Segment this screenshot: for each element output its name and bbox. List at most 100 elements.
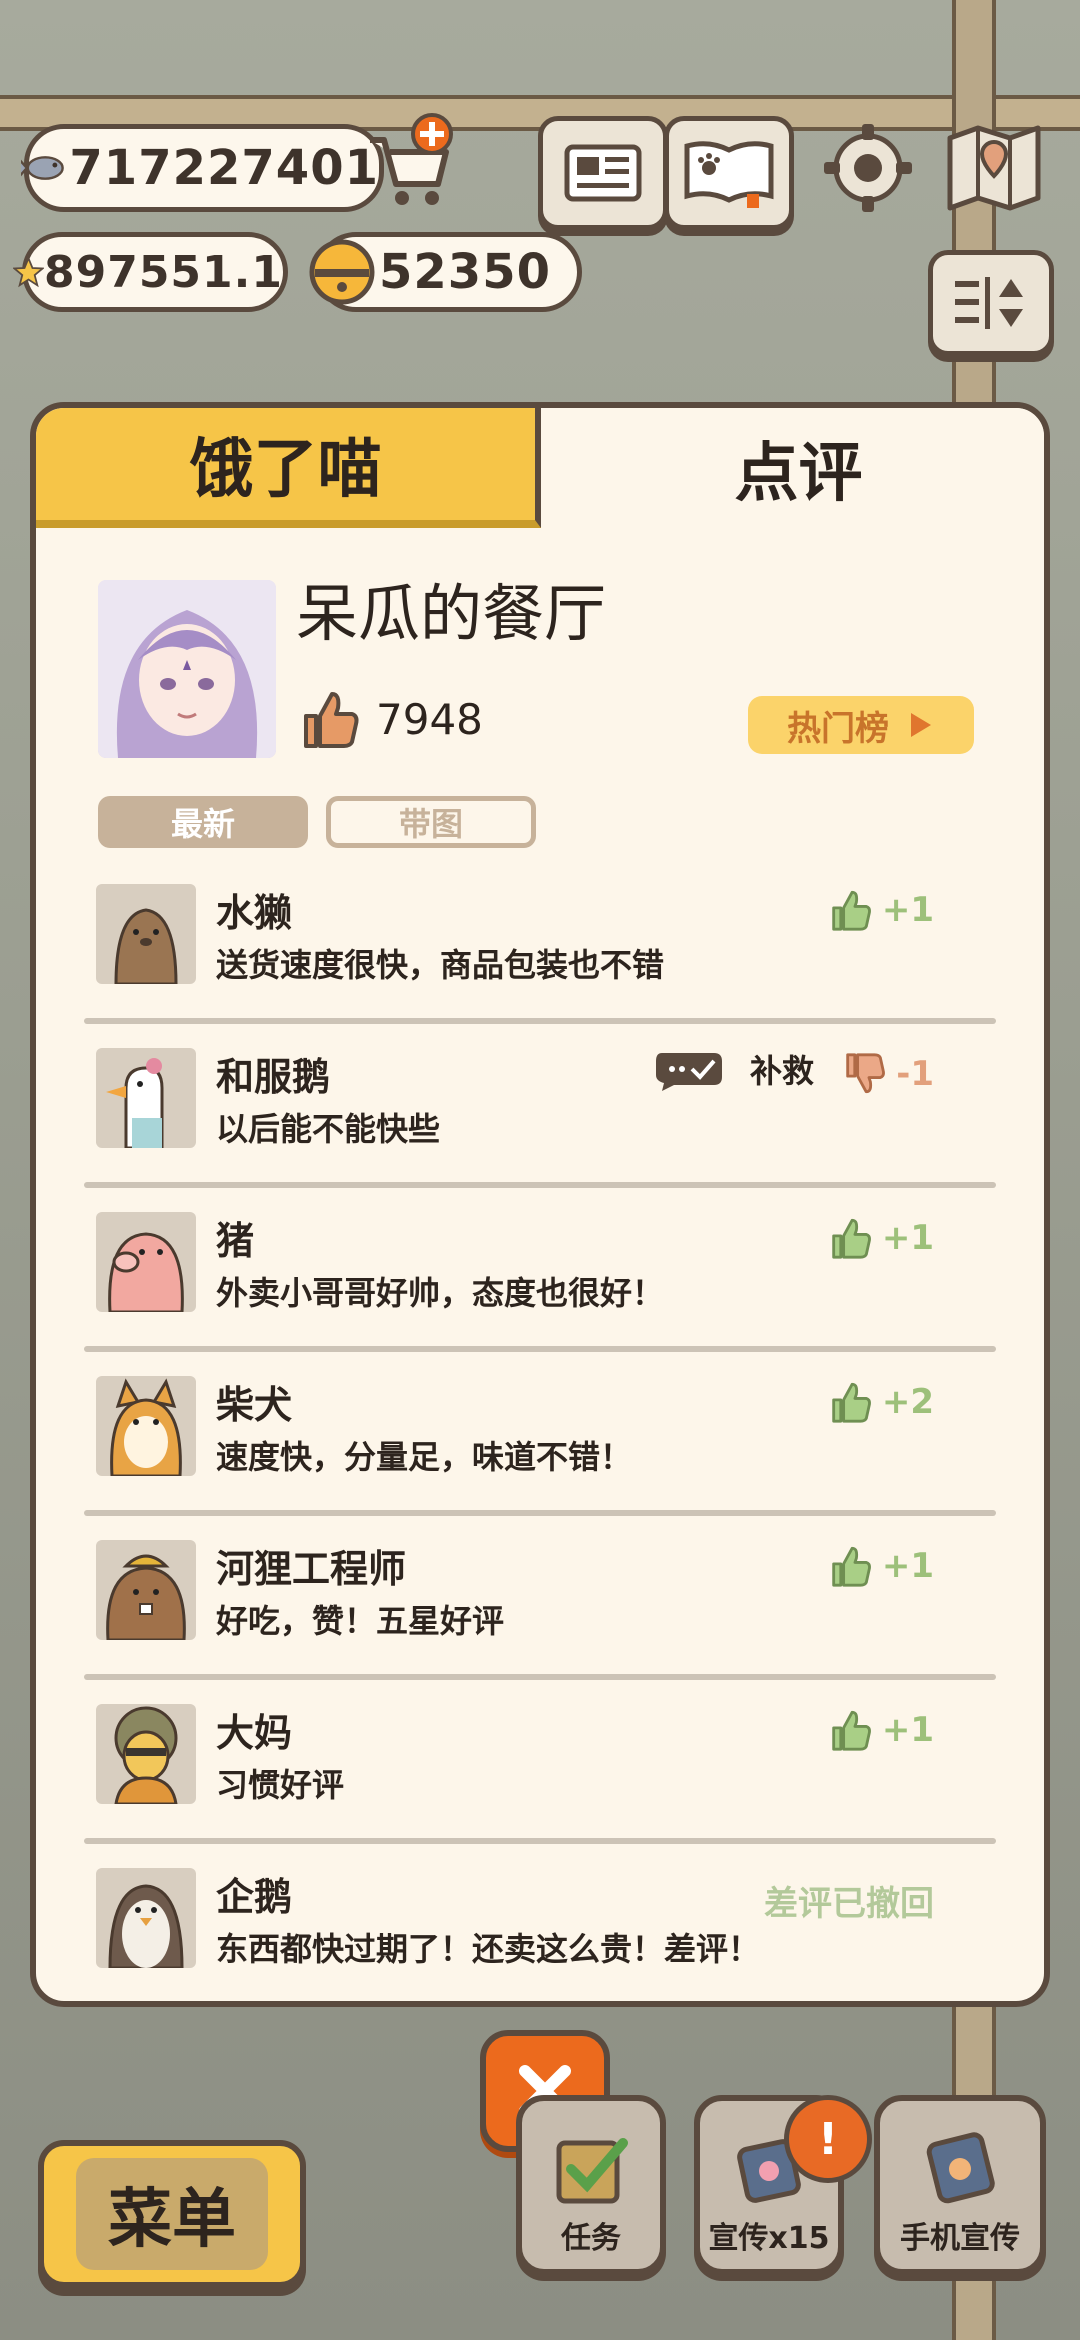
cart-plus-icon [370, 113, 453, 205]
reviewer-avatar [96, 1376, 196, 1476]
map-icon [947, 125, 1041, 211]
otter-avatar-icon [96, 884, 196, 984]
reviewer-avatar [96, 1212, 196, 1312]
shop-cart-button[interactable] [362, 112, 454, 212]
thumbs-up-icon [832, 890, 871, 931]
fish-currency: 717227401 [21, 124, 384, 212]
tasks-button[interactable]: 任务 [516, 2095, 666, 2275]
review-text: 速度快，分量足，味道不错！ [216, 1438, 633, 1476]
reviewer-avatar [96, 1540, 196, 1640]
phone-promo-button[interactable]: 手机宣传 [874, 2095, 1046, 2275]
paw-book-button[interactable] [664, 116, 794, 230]
likes-value: 7948 [376, 694, 483, 744]
reviewer-avatar [96, 884, 196, 984]
remedy-label: 补救 [750, 1052, 815, 1090]
auntie-avatar-icon [96, 1704, 196, 1804]
review-score: +1 [828, 1544, 934, 1588]
thumbs-up-icon [832, 1218, 871, 1259]
reviewer-avatar [96, 1048, 196, 1148]
review-item: 河狸工程师 好吃，赞！五星好评 +1 [36, 1524, 1044, 1688]
divider [84, 1346, 996, 1352]
reviewer-name: 大妈 [216, 1711, 293, 1755]
review-score: -1 [842, 1052, 934, 1096]
review-text: 习惯好评 [216, 1766, 345, 1804]
reviewer-name: 水獭 [216, 891, 293, 935]
fish-icon [21, 156, 64, 180]
likes-count: 7948 [298, 688, 483, 750]
star-currency: 897551.1 [13, 232, 288, 312]
settings-button[interactable] [808, 116, 928, 220]
badge-text: ! [817, 2113, 839, 2165]
review-text: 以后能不能快些 [216, 1110, 441, 1148]
score-value: +1 [881, 1710, 934, 1750]
goose-avatar-icon [96, 1048, 196, 1148]
reviewer-avatar [96, 1868, 196, 1968]
pig-avatar-icon [96, 1212, 196, 1312]
thumbs-up-icon [304, 692, 359, 748]
tab-hungry-meow[interactable]: 饿了喵 [36, 408, 541, 528]
star-icon [13, 255, 44, 288]
review-text: 送货速度很快，商品包装也不错 [216, 946, 665, 984]
tab-reviews[interactable]: 点评 [546, 408, 1044, 528]
score-value: +1 [881, 1546, 934, 1586]
promo-label: 宣传x15 [708, 2221, 830, 2256]
review-item: 柴犬 速度快，分量足，味道不错！ +2 [36, 1360, 1044, 1524]
sort-toggle-button[interactable] [928, 250, 1054, 356]
thumbs-up-icon [832, 1546, 871, 1587]
remedy-button[interactable]: 补救 [654, 1046, 814, 1092]
reviewer-name: 企鹅 [216, 1875, 293, 1919]
review-list: 水獭 送货速度很快，商品包装也不错 +1 和服鹅 以后能不能快些 补救 -1 猪… [36, 868, 1044, 2001]
review-item: 大妈 习惯好评 +1 [36, 1688, 1044, 1852]
reviewer-name: 河狸工程师 [216, 1547, 407, 1591]
settings-gear-icon [824, 124, 912, 212]
filter-label: 最新 [170, 805, 235, 843]
fish-count: 717227401 [69, 140, 379, 196]
checklist-icon [556, 2138, 628, 2204]
tab-label: 饿了喵 [189, 433, 382, 507]
bell-currency: 52350 [309, 232, 582, 312]
bell-count: 52350 [379, 244, 551, 300]
paw-book-icon [684, 141, 774, 208]
divider [84, 1018, 996, 1024]
review-score: +1 [828, 888, 934, 932]
avatar [98, 580, 276, 758]
reviewer-name: 柴犬 [216, 1383, 293, 1427]
review-score: +1 [828, 1708, 934, 1752]
review-score: +1 [828, 1216, 934, 1260]
hot-ranking-button[interactable]: 热门榜 [748, 696, 974, 754]
newspaper-button[interactable] [538, 116, 668, 230]
beaver-avatar-icon [96, 1540, 196, 1640]
score-value: +1 [881, 1218, 934, 1258]
thumbs-up-icon [832, 1710, 871, 1751]
sort-toggle-icon [955, 277, 1023, 329]
filter-with-image[interactable]: 带图 [326, 796, 536, 848]
bell-icon [309, 239, 375, 305]
phone-promo-icon [926, 2132, 995, 2204]
review-text: 东西都快过期了！还卖这么贵！差评！ [216, 1930, 761, 1968]
penguin-avatar-icon [96, 1868, 196, 1968]
reviewer-name: 和服鹅 [216, 1055, 331, 1099]
filter-latest[interactable]: 最新 [98, 796, 308, 848]
newspaper-icon [564, 144, 642, 202]
review-item: 和服鹅 以后能不能快些 补救 -1 [36, 1032, 1044, 1196]
withdrawn-status: 差评已撤回 [764, 1884, 934, 1924]
menu-button[interactable]: 菜单 [38, 2140, 306, 2288]
review-item: 企鹅 东西都快过期了！还卖这么贵！差评！ 差评已撤回 [36, 1852, 1044, 2001]
reviewer-name: 猪 [216, 1219, 255, 1263]
score-value: +1 [881, 890, 934, 930]
review-item: 水獭 送货速度很快，商品包装也不错 +1 [36, 868, 1044, 1032]
filter-label: 带图 [398, 805, 463, 843]
thumbs-up-icon [832, 1382, 871, 1423]
score-value: +2 [881, 1382, 934, 1422]
divider [84, 1838, 996, 1844]
reviewer-avatar [96, 1704, 196, 1804]
restaurant-avatar [98, 580, 276, 758]
review-text: 好吃，赞！五星好评 [216, 1602, 505, 1640]
arrow-right-icon [911, 713, 931, 737]
phone-promo-label: 手机宣传 [900, 2221, 1020, 2256]
divider [84, 1182, 996, 1188]
map-button[interactable] [934, 116, 1054, 220]
tasks-label: 任务 [561, 2221, 621, 2256]
review-score: +2 [828, 1380, 934, 1424]
tab-label: 点评 [734, 437, 863, 511]
